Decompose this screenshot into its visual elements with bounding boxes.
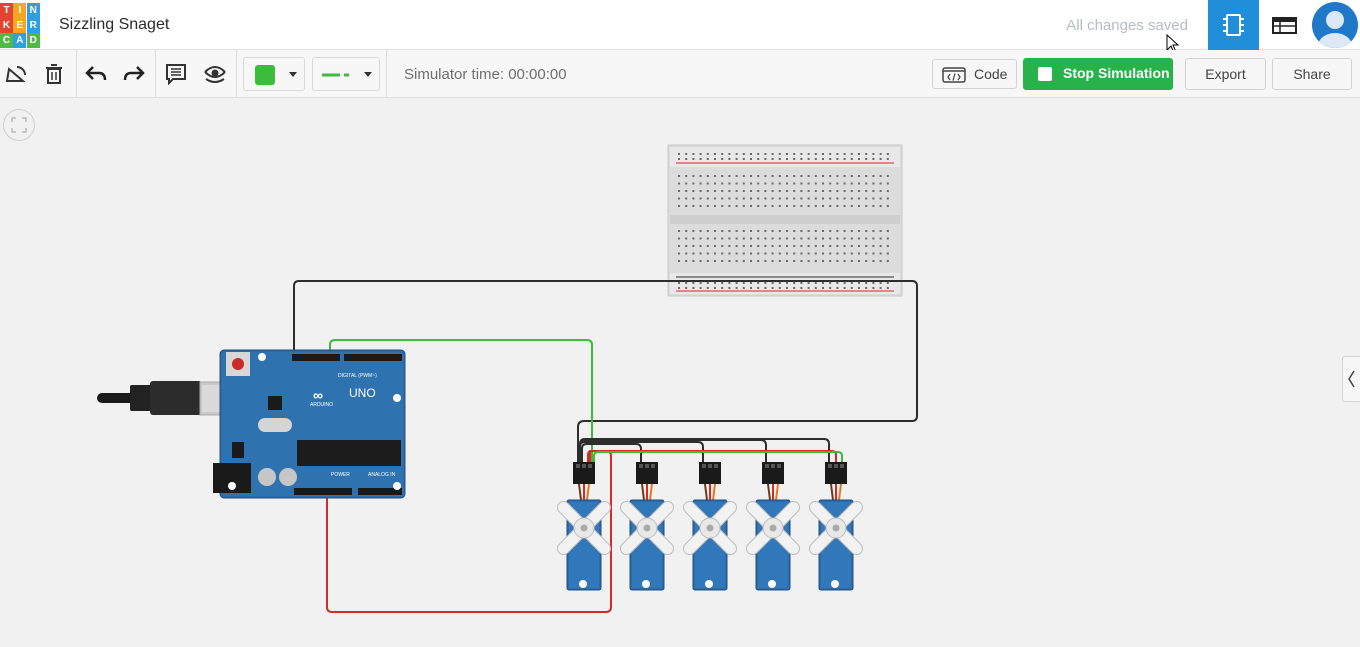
stop-simulation-label: Stop Simulation — [1063, 65, 1170, 81]
wire-type-dropdown[interactable] — [312, 57, 380, 91]
notes-icon — [166, 64, 186, 85]
notes-button[interactable] — [160, 58, 192, 90]
power-wire — [326, 450, 612, 613]
servo-motor[interactable] — [618, 462, 676, 591]
top-bar: TINKERCAD Sizzling Snaget All changes sa… — [0, 0, 1360, 54]
power-label: POWER — [331, 472, 350, 478]
code-icon — [942, 67, 966, 83]
export-label: Export — [1205, 66, 1246, 82]
code-button[interactable]: Code — [932, 59, 1017, 89]
color-dropdown[interactable] — [243, 57, 305, 91]
usb-cable[interactable] — [97, 381, 249, 416]
chip-icon — [1223, 14, 1244, 36]
servo-motor[interactable] — [807, 462, 865, 591]
share-label: Share — [1293, 66, 1331, 82]
user-icon — [1318, 11, 1352, 48]
trash-icon — [46, 64, 62, 84]
redo-button[interactable] — [118, 58, 150, 90]
servos[interactable] — [555, 462, 865, 591]
components-panel-toggle[interactable] — [1342, 356, 1360, 402]
simulator-time: Simulator time: 00:00:00 — [404, 66, 567, 83]
logo-letter: K — [0, 18, 13, 33]
arduino-brand-label: ARDUINO — [310, 402, 333, 408]
delete-button[interactable] — [38, 58, 70, 90]
arduino-uno-board[interactable]: ∞ UNO ARDUINO DIGITAL (PWM~) POWER ANALO… — [213, 349, 406, 499]
logo-letter: N — [26, 3, 40, 18]
servo-motor[interactable] — [744, 462, 802, 591]
rotate-button[interactable] — [0, 58, 32, 90]
color-swatch — [255, 65, 275, 85]
fit-view-button[interactable] — [3, 109, 35, 141]
fit-view-icon — [11, 117, 27, 133]
redo-icon — [123, 66, 145, 81]
visibility-icon — [204, 66, 226, 83]
logo-letter: C — [0, 33, 13, 48]
servo-motor[interactable] — [555, 462, 613, 591]
user-avatar[interactable] — [1312, 2, 1358, 48]
arduino-logo-infinity: ∞ — [313, 387, 323, 403]
chevron-down-icon — [289, 72, 297, 77]
component-list-button[interactable] — [1260, 0, 1310, 50]
digital-label: DIGITAL (PWM~) — [338, 373, 377, 379]
arduino-model-label: UNO — [349, 386, 376, 400]
stop-simulation-button[interactable]: Stop Simulation — [1023, 58, 1173, 90]
breadboard[interactable] — [667, 144, 903, 297]
save-status: All changes saved — [1066, 17, 1188, 34]
share-button[interactable]: Share — [1272, 58, 1352, 90]
project-title[interactable]: Sizzling Snaget — [59, 16, 169, 34]
logo-letter: I — [13, 3, 27, 18]
chevron-down-icon — [364, 72, 372, 77]
analog-label: ANALOG IN — [368, 472, 396, 478]
stop-icon — [1038, 67, 1052, 81]
undo-icon — [85, 66, 107, 81]
code-button-label: Code — [974, 66, 1008, 82]
circuit-view-button[interactable] — [1208, 0, 1259, 50]
visibility-button[interactable] — [199, 58, 231, 90]
wires[interactable] — [293, 280, 918, 613]
logo-letter: E — [13, 18, 27, 33]
table-icon — [1272, 17, 1297, 34]
signal-wire — [329, 339, 593, 462]
rotate-icon — [5, 66, 26, 82]
chevron-left-icon — [1348, 370, 1355, 388]
servo-motor[interactable] — [681, 462, 739, 591]
export-button[interactable]: Export — [1185, 58, 1266, 90]
tinkercad-logo[interactable]: TINKERCAD — [0, 3, 40, 48]
logo-letter: D — [26, 33, 40, 48]
wire-style-icon — [322, 73, 349, 77]
logo-letter: R — [26, 18, 40, 33]
logo-letter: T — [0, 3, 13, 18]
ground-wire — [293, 280, 918, 462]
logo-letter: A — [13, 33, 27, 48]
undo-button[interactable] — [80, 58, 112, 90]
